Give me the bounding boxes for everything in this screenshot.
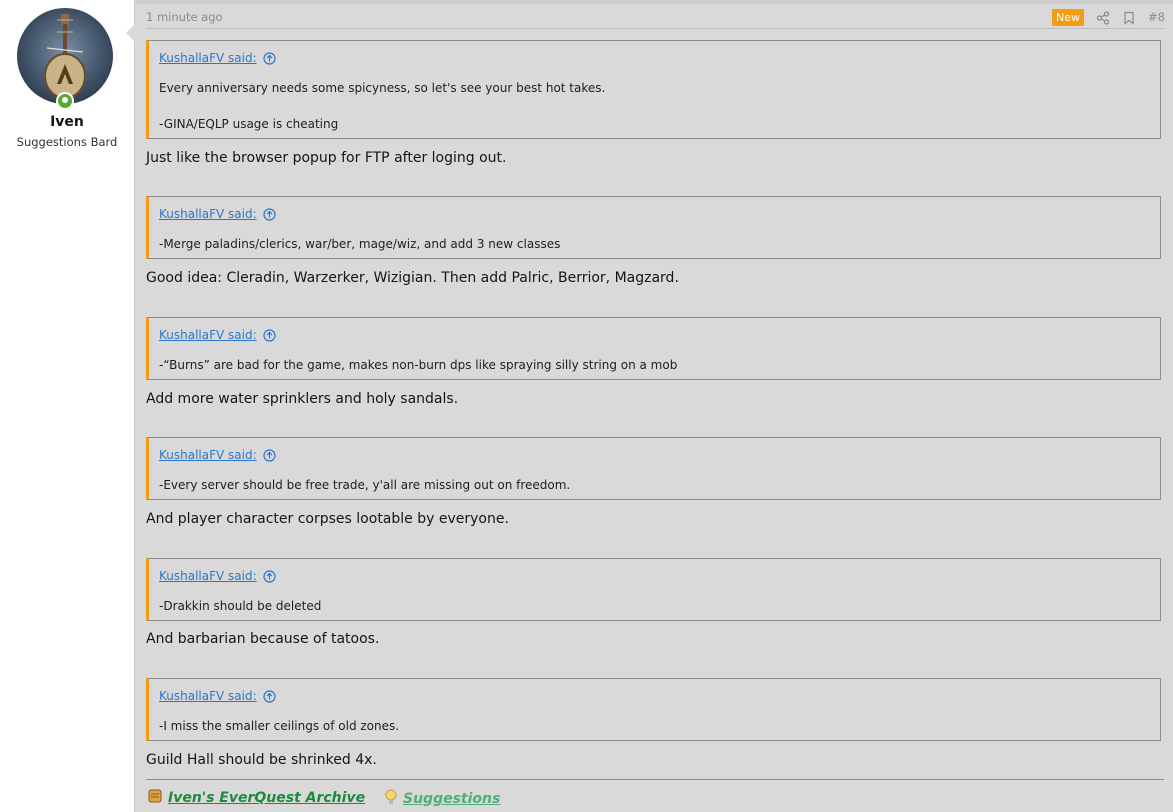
user-title: Suggestions Bard: [16, 135, 118, 149]
quote-author[interactable]: KushallaFV said:: [159, 328, 257, 342]
bookmark-icon[interactable]: [1122, 10, 1136, 25]
username[interactable]: Iven: [0, 114, 134, 130]
quote-block: KushallaFV said: -“Burns” are bad for th…: [146, 317, 1161, 380]
quote-author[interactable]: KushallaFV said:: [159, 689, 257, 703]
arrow-up-circle-icon[interactable]: [263, 51, 276, 65]
reply-text: Add more water sprinklers and holy sanda…: [146, 391, 459, 407]
quote-author[interactable]: KushallaFV said:: [159, 569, 257, 583]
lightbulb-icon: [383, 788, 399, 810]
online-status-icon: [56, 92, 74, 110]
new-badge: New: [1052, 8, 1085, 26]
quote-block: KushallaFV said: -I miss the smaller cei…: [146, 678, 1161, 741]
arrow-up-circle-icon[interactable]: [263, 569, 276, 583]
lute-icon: [44, 14, 86, 99]
suggestions-link-label[interactable]: Suggestions: [403, 791, 500, 807]
quote-text: -“Burns” are bad for the game, makes non…: [159, 358, 678, 372]
quote-author[interactable]: KushallaFV said:: [159, 51, 257, 65]
avatar[interactable]: [17, 8, 113, 104]
top-divider: [136, 0, 1173, 4]
arrow-up-circle-icon[interactable]: [263, 689, 276, 703]
meta-divider: [146, 28, 1164, 29]
quote-block: KushallaFV said: -Drakkin should be dele…: [146, 558, 1161, 621]
quote-author-link[interactable]: KushallaFV said:: [159, 328, 276, 342]
arrow-up-circle-icon[interactable]: [263, 328, 276, 342]
quote-text: -Drakkin should be deleted: [159, 599, 322, 613]
quote-author-link[interactable]: KushallaFV said:: [159, 51, 276, 65]
scroll-icon: [146, 788, 164, 808]
quote-author-link[interactable]: KushallaFV said:: [159, 689, 276, 703]
quote-text: Every anniversary needs some spicyness, …: [159, 81, 606, 95]
quote-block: KushallaFV said: Every anniversary needs…: [146, 40, 1161, 139]
quote-block: KushallaFV said: -Merge paladins/clerics…: [146, 196, 1161, 259]
quote-author[interactable]: KushallaFV said:: [159, 207, 257, 221]
quote-text: -GINA/EQLP usage is cheating: [159, 117, 339, 131]
quote-author-link[interactable]: KushallaFV said:: [159, 569, 276, 583]
reply-text: Just like the browser popup for FTP afte…: [146, 150, 507, 166]
reply-text: Guild Hall should be shrinked 4x.: [146, 752, 377, 768]
quote-author-link[interactable]: KushallaFV said:: [159, 207, 276, 221]
user-column: Iven Suggestions Bard: [0, 0, 135, 812]
quote-text: -I miss the smaller ceilings of old zone…: [159, 719, 400, 733]
post-arrow: [126, 24, 135, 42]
reply-text: Good idea: Cleradin, Warzerker, Wizigian…: [146, 270, 679, 286]
reply-text: And barbarian because of tatoos.: [146, 631, 380, 647]
suggestions-link[interactable]: Suggestions: [383, 788, 500, 810]
archive-link[interactable]: Iven's EverQuest Archive: [146, 788, 365, 808]
signature-divider: [146, 779, 1164, 780]
post-number[interactable]: #8: [1148, 10, 1165, 24]
share-icon[interactable]: [1096, 10, 1110, 25]
arrow-up-circle-icon[interactable]: [263, 207, 276, 221]
reply-text: And player character corpses lootable by…: [146, 511, 509, 527]
quote-block: KushallaFV said: -Every server should be…: [146, 437, 1161, 500]
arrow-up-circle-icon[interactable]: [263, 448, 276, 462]
archive-link-label[interactable]: Iven's EverQuest Archive: [168, 790, 365, 806]
quote-author-link[interactable]: KushallaFV said:: [159, 448, 276, 462]
post-timestamp[interactable]: 1 minute ago: [146, 10, 223, 24]
quote-text: -Merge paladins/clerics, war/ber, mage/w…: [159, 237, 561, 251]
quote-author[interactable]: KushallaFV said:: [159, 448, 257, 462]
post-meta-actions: New #8: [1052, 8, 1165, 26]
quote-text: -Every server should be free trade, y'al…: [159, 478, 571, 492]
